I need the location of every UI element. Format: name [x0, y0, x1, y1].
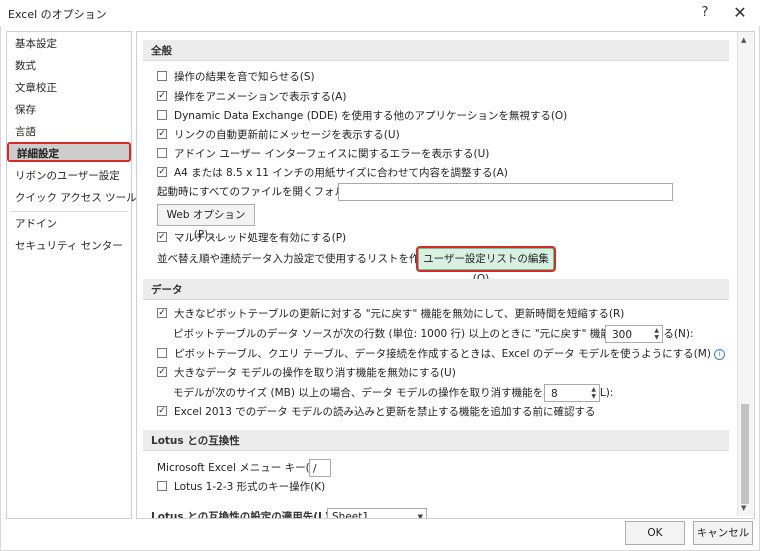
sidebar-item-trust-center[interactable]: セキュリティ センター	[7, 236, 129, 256]
option-label: 大きなピボットテーブルの更新に対する "元に戻す" 機能を無効にして、更新時間を…	[174, 308, 625, 320]
option-multithread[interactable]: ✓ マルチスレッド処理を有効にする(P)	[157, 229, 346, 247]
spinner-arrows-icon[interactable]: ▲ ▼	[654, 327, 659, 341]
spinner-arrows-icon[interactable]: ▲ ▼	[591, 386, 596, 400]
option-label: Lotus 1-2-3 形式のキー操作(K)	[174, 481, 326, 493]
checkbox-checked[interactable]: ✓	[157, 129, 167, 139]
sidebar-item-formulas[interactable]: 数式	[7, 56, 129, 76]
sheet-select[interactable]: Sheet1 ▼	[327, 508, 427, 519]
option-label: リンクの自動更新前にメッセージを表示する(U)	[174, 129, 400, 141]
option-ask-update-links[interactable]: ✓ リンクの自動更新前にメッセージを表示する(U)	[157, 126, 400, 144]
sidebar-item-addins[interactable]: アドイン	[7, 214, 129, 234]
ok-button[interactable]: OK	[625, 521, 685, 545]
option-label: マルチスレッド処理を有効にする(P)	[174, 232, 347, 244]
sidebar-divider	[10, 211, 128, 212]
option-label: 操作をアニメーションで表示する(A)	[174, 91, 347, 103]
option-lotus-transition-keys[interactable]: Lotus 1-2-3 形式のキー操作(K)	[157, 478, 325, 496]
scroll-down-icon[interactable]: ▼	[741, 504, 746, 512]
cancel-button[interactable]: キャンセル	[693, 521, 753, 545]
checkbox[interactable]	[157, 148, 167, 158]
option-sound-feedback[interactable]: 操作の結果を音で知らせる(S)	[157, 68, 315, 86]
option-label: ピボットテーブル、クエリ テーブル、データ接続を作成するときは、Excel のデ…	[174, 348, 711, 360]
pivot-rows-threshold-stepper[interactable]: 300 ▲ ▼	[605, 325, 663, 343]
checkbox-checked[interactable]: ✓	[157, 91, 167, 101]
stepper-value: 8	[551, 388, 558, 400]
option-ignore-dde[interactable]: Dynamic Data Exchange (DDE) を使用する他のアプリケー…	[157, 107, 567, 125]
checkbox-checked[interactable]: ✓	[157, 367, 167, 377]
option-scale-paper[interactable]: ✓ A4 または 8.5 x 11 インチの用紙サイズに合わせて内容を調整する(A…	[157, 164, 508, 182]
option-addin-errors[interactable]: アドイン ユーザー インターフェイスに関するエラーを表示する(U)	[157, 145, 489, 163]
sidebar-item-language[interactable]: 言語	[7, 122, 129, 142]
option-label: Excel 2013 でのデータ モデルの読み込みと更新を禁止する機能を追加する…	[174, 406, 596, 418]
checkbox[interactable]	[157, 71, 167, 81]
options-content-pane[interactable]: 全般 操作の結果を音で知らせる(S) ✓ 操作をアニメーションで表示する(A) D…	[136, 31, 755, 519]
vertical-scrollbar[interactable]: ▲ ▼	[737, 32, 753, 516]
option-disable-undo-model[interactable]: ✓ 大きなデータ モデルの操作を取り消す機能を無効にする(U)	[157, 364, 456, 382]
checkbox[interactable]	[157, 110, 167, 120]
checkbox-checked[interactable]: ✓	[157, 308, 167, 318]
sidebar-item-save[interactable]: 保存	[7, 100, 129, 120]
option-confirm-excel2013[interactable]: ✓ Excel 2013 でのデータ モデルの読み込みと更新を禁止する機能を追加す…	[157, 403, 596, 421]
model-size-threshold-stepper[interactable]: 8 ▲ ▼	[544, 384, 600, 402]
option-animation[interactable]: ✓ 操作をアニメーションで表示する(A)	[157, 88, 346, 106]
menu-key-input[interactable]: /	[309, 459, 331, 477]
close-icon[interactable]: ✕	[730, 3, 750, 23]
section-title-general: 全般	[151, 45, 172, 57]
sidebar: 基本設定 数式 文章校正 保存 言語 詳細設定 リボンのユーザー設定 クイック …	[6, 31, 161, 519]
sheet-select-value: Sheet1	[332, 511, 370, 519]
option-prefer-data-model[interactable]: ピボットテーブル、クエリ テーブル、データ接続を作成するときは、Excel のデ…	[157, 345, 725, 363]
web-options-button[interactable]: Web オプション(P)...	[157, 204, 255, 241]
section-title-lotus: Lotus との互換性	[151, 435, 240, 447]
option-label: 操作の結果を音で知らせる(S)	[174, 71, 315, 83]
sidebar-item-advanced[interactable]: 詳細設定	[7, 142, 131, 162]
checkbox[interactable]	[157, 348, 167, 358]
section-title-data: データ	[151, 284, 183, 296]
sidebar-item-basic[interactable]: 基本設定	[7, 34, 129, 54]
startup-folder-input[interactable]	[338, 183, 673, 201]
help-button[interactable]: ?	[695, 3, 715, 23]
section-header-data: データ	[143, 279, 729, 300]
chevron-down-icon[interactable]: ▼	[418, 509, 423, 518]
lotus-settings-label: Lotus との互換性の設定の適用先(L):	[151, 511, 334, 519]
edit-custom-lists-button[interactable]: ユーザー設定リストの編集(O)...	[418, 248, 554, 285]
checkbox-checked[interactable]: ✓	[157, 232, 167, 242]
scrollbar-thumb[interactable]	[741, 404, 749, 504]
option-label: アドイン ユーザー インターフェイスに関するエラーを表示する(U)	[174, 148, 490, 160]
menu-key-label: Microsoft Excel メニュー キー(M):	[157, 462, 327, 474]
info-icon[interactable]: i	[713, 348, 725, 360]
scroll-up-icon[interactable]: ▲	[741, 36, 746, 44]
checkbox-checked[interactable]: ✓	[157, 167, 167, 177]
checkbox[interactable]	[157, 481, 167, 491]
option-label: Dynamic Data Exchange (DDE) を使用する他のアプリケー…	[174, 110, 568, 122]
sidebar-item-customize-ribbon[interactable]: リボンのユーザー設定	[7, 166, 129, 186]
option-disable-undo-pivot[interactable]: ✓ 大きなピボットテーブルの更新に対する "元に戻す" 機能を無効にして、更新時間…	[157, 305, 624, 323]
checkbox-checked[interactable]: ✓	[157, 406, 167, 416]
option-label: A4 または 8.5 x 11 インチの用紙サイズに合わせて内容を調整する(A)	[174, 167, 508, 179]
section-header-general: 全般	[143, 40, 729, 61]
title-bar: Excel のオプション ? ✕	[0, 0, 760, 26]
section-header-lotus: Lotus との互換性	[143, 430, 729, 451]
sidebar-item-proofing[interactable]: 文章校正	[7, 78, 129, 98]
window-title: Excel のオプション	[8, 8, 107, 21]
stepper-value: 300	[612, 329, 633, 341]
option-label: 大きなデータ モデルの操作を取り消す機能を無効にする(U)	[174, 367, 456, 379]
sidebar-item-quick-access-toolbar[interactable]: クイック アクセス ツール バー	[7, 188, 161, 208]
